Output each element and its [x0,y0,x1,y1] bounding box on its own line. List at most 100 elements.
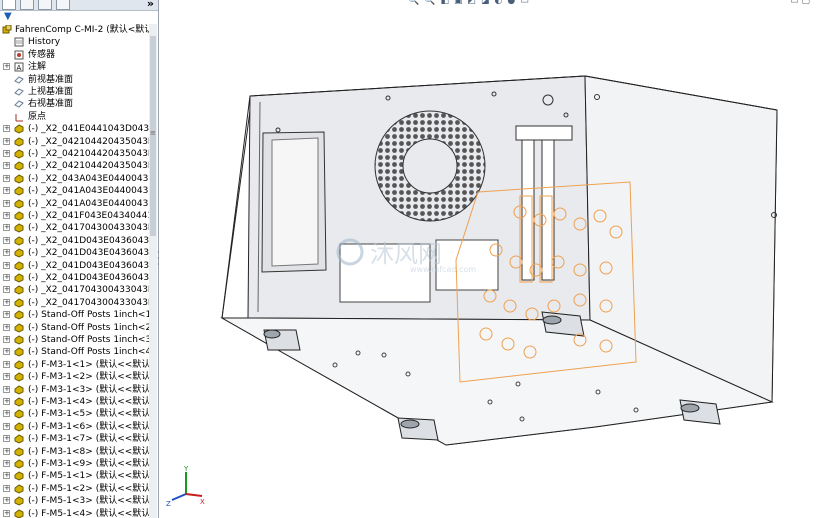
tree-item[interactable]: + (-) F-M5-1<4> (默认<<默认> [0,508,150,518]
tree-item[interactable]: + (-) Stand-Off Posts 1inch<1> [0,309,150,321]
tree-item[interactable]: + (-) Stand-Off Posts 1inch<2> [0,322,150,334]
filter-icon[interactable]: ▼ [4,11,12,22]
tree-item-label: (-) _X2_042104420435043D04 [28,149,150,159]
tree-root-assembly[interactable]: FahrenComp C-MI-2 (默认<默认 [0,24,150,36]
expand-toggle-icon[interactable]: + [3,249,10,257]
tree-item[interactable]: + (-) _X2_041D043E0436043A04 [0,247,150,259]
tree-item[interactable]: + (-) _X2_041A043E0440043704 [0,198,150,210]
display-manager-tab[interactable] [56,0,70,10]
expand-toggle-icon[interactable]: + [3,224,10,232]
tree-item[interactable]: + (-) F-M3-1<1> (默认<<默认> [0,359,150,371]
part-icon [14,137,24,147]
tree-item[interactable]: 上视基准面 [0,86,150,98]
expand-toggle-icon[interactable]: + [3,162,10,170]
expand-toggle-icon[interactable]: + [3,348,10,356]
expand-toggle-icon[interactable]: + [3,435,10,443]
expand-toggle-icon[interactable]: + [3,360,10,368]
expand-toggle-icon[interactable]: + [3,323,10,331]
part-icon [14,459,24,469]
expand-toggle-icon[interactable]: + [3,298,10,306]
expand-toggle-icon[interactable]: + [3,447,10,455]
feature-tree-tab[interactable] [2,0,16,10]
tree-item[interactable]: + (-) _X2_041F043E0434044104 [0,210,150,222]
tree-item[interactable]: + (-) Stand-Off Posts 1inch<3> [0,334,150,346]
tree-item[interactable]: + (-) F-M3-1<8> (默认<<默认> [0,446,150,458]
tree-item[interactable]: + A 注解 [0,61,150,73]
expand-toggle-icon[interactable]: + [3,311,10,319]
tree-item[interactable]: + (-) _X2_041A043E0440043704 [0,185,150,197]
part-icon [14,186,24,196]
expand-toggle-icon[interactable]: + [3,336,10,343]
tree-scrollbar[interactable]: ≡ [149,24,157,518]
tree-item[interactable]: + (-) _X2_041704300433043B04 [0,284,150,296]
tree-item[interactable]: + (-) _X2_043A043E0440043704 [0,173,150,185]
tree-item[interactable]: + (-) F-M3-1<7> (默认<<默认> [0,433,150,445]
part-icon [14,323,24,333]
tree-item-label: (-) Stand-Off Posts 1inch<1> [28,310,150,321]
tree-item[interactable]: + (-) F-M5-1<1> (默认<<默认> [0,470,150,482]
tree-item[interactable]: + (-) F-M5-1<2> (默认<<默认> [0,483,150,495]
tree-item[interactable]: 前视基准面 [0,74,150,86]
expand-panel-chevron-icon[interactable]: » [147,0,154,10]
tree-item[interactable]: + (-) _X2_041D043E0436043A04 [0,260,150,272]
expand-toggle-icon[interactable]: + [3,150,10,157]
expand-toggle-icon[interactable]: + [3,125,10,133]
tree-item[interactable]: + (-) Stand-Off Posts 1inch<4> [0,346,150,358]
expand-toggle-icon[interactable]: + [3,509,10,517]
tree-item[interactable]: + (-) F-M3-1<5> (默认<<默认> [0,408,150,420]
tree-item[interactable]: + (-) F-M3-1<6> (默认<<默认> [0,421,150,433]
expand-toggle-icon[interactable]: + [3,137,10,145]
expand-toggle-icon[interactable]: + [3,484,10,492]
expand-toggle-icon[interactable]: + [3,497,10,505]
tree-item-label: (-) _X2_041D043E0436043A04 [28,260,150,271]
tree-item[interactable]: + (-) _X2_041D043E0436043A04 [0,235,150,247]
tree-item[interactable]: 右视基准面 [0,98,150,110]
tree-item[interactable]: + (-) F-M3-1<4> (默认<<默认> [0,396,150,408]
tree-item[interactable]: + (-) F-M5-1<3> (默认<<默认> [0,495,150,507]
expand-toggle-icon[interactable]: + [3,187,10,195]
expand-toggle-icon[interactable]: + [3,261,10,269]
configuration-manager-tab[interactable] [38,0,52,10]
tree-item[interactable]: + (-) F-M3-1<2> (默认<<默认> [0,371,150,383]
watermark-url: www.mfcad.com [410,265,476,274]
tree-item[interactable]: + (-) F-M3-1<9> (默认<<默认> [0,458,150,470]
expand-toggle-icon[interactable]: + [3,385,10,393]
expand-toggle-icon[interactable]: + [3,212,10,219]
tree-item[interactable]: + (-) _X2_041704300433043B04 [0,222,150,234]
expand-toggle-icon[interactable]: + [3,373,10,381]
expand-toggle-icon[interactable]: + [3,410,10,418]
graphics-viewport[interactable]: 🔍 🔍 ◧ ▣ ◩ ◪ ◐ ● ▭ ▭ ▢ 沐风网 www.mfcad.com … [160,0,820,518]
expand-toggle-icon[interactable]: + [3,286,10,294]
tree-item[interactable]: + (-) _X2_041D043E0436043A04 [0,272,150,284]
part-icon [14,447,24,457]
tree-item-label: History [28,37,61,48]
tree-item[interactable]: + (-) _X2_041E0441043D043E04 [0,123,150,135]
expand-toggle-icon[interactable]: + [3,398,10,405]
expand-toggle-icon[interactable]: + [3,236,10,244]
tree-item[interactable]: + (-) F-M3-1<3> (默认<<默认> [0,384,150,396]
foot-bracket [541,311,585,337]
expansion-slot-panel [515,125,573,141]
tree-item[interactable]: 原点 [0,111,150,123]
part-icon [14,385,24,395]
tree-item[interactable]: 传感器 [0,49,150,61]
tree-item[interactable]: + (-) _X2_042104420435043D04 [0,148,150,160]
tree-item[interactable]: History [0,36,150,48]
expand-toggle-icon[interactable]: + [3,472,10,480]
expand-toggle-icon[interactable]: + [3,174,10,182]
tree-item[interactable]: + (-) _X2_041704300433043B04 [0,297,150,309]
expand-toggle-icon[interactable]: + [3,199,10,207]
cad-model-drawing: 沐风网 www.mfcad.com [220,75,778,446]
part-icon [14,360,24,370]
tree-item-label: (-) _X2_041704300433043B04 [28,297,150,308]
tree-item[interactable]: + (-) _X2_042104420435043D04 [0,160,150,172]
expand-toggle-icon[interactable]: + [3,63,10,71]
tree-item[interactable]: + (-) _X2_042104420435043D04 [0,136,150,148]
expand-toggle-icon[interactable]: + [3,422,10,430]
property-manager-tab[interactable] [20,0,34,10]
tree-item-label: (-) _X2_042104420435043D04 [28,136,150,147]
expand-toggle-icon[interactable]: + [3,460,10,467]
tree-filter-row[interactable]: ▼ [0,11,150,22]
expand-toggle-icon[interactable]: + [3,274,10,281]
svg-text:A: A [17,64,22,72]
